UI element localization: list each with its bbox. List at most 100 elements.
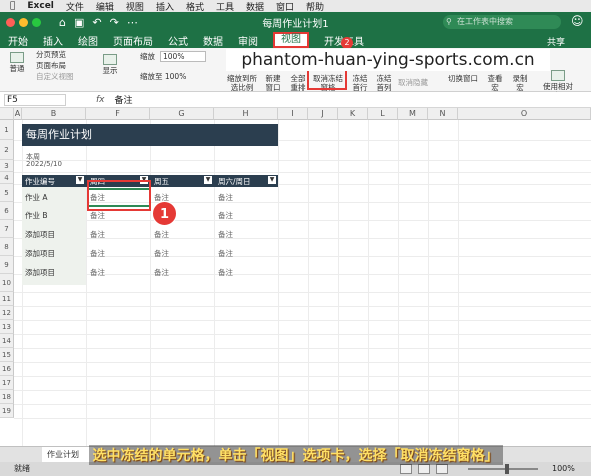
- note-cell-weekend[interactable]: 备注: [218, 229, 233, 240]
- header-weekend[interactable]: 周六/周日: [218, 176, 251, 187]
- row-header[interactable]: 2: [0, 140, 14, 160]
- minimize-window-button[interactable]: [19, 17, 28, 27]
- normal-view-button[interactable]: 普通: [6, 52, 28, 73]
- column-header-a[interactable]: A: [14, 108, 22, 120]
- custom-views-button[interactable]: 自定义视图: [36, 72, 74, 81]
- note-cell-friday[interactable]: 备注: [154, 248, 169, 259]
- column-header-b[interactable]: B: [22, 108, 86, 120]
- row-header[interactable]: 14: [0, 334, 14, 348]
- zoom-to-100-button[interactable]: 缩放至 100%: [140, 72, 186, 81]
- redo-icon[interactable]: ↷: [110, 16, 119, 29]
- filter-dropdown-icon[interactable]: ▼: [76, 176, 84, 184]
- menu-help[interactable]: 帮助: [306, 0, 324, 13]
- sheet-tab-plan[interactable]: 作业计划: [42, 447, 94, 462]
- task-name-cell[interactable]: 作业 A: [25, 192, 48, 203]
- menu-window[interactable]: 窗口: [276, 0, 294, 13]
- note-cell-thursday[interactable]: 备注: [90, 248, 105, 259]
- row-header[interactable]: 8: [0, 238, 14, 256]
- column-header-f[interactable]: F: [86, 108, 150, 120]
- row-header[interactable]: 13: [0, 320, 14, 334]
- page-layout-icon[interactable]: [418, 464, 430, 474]
- note-cell-weekend[interactable]: 备注: [218, 210, 233, 221]
- task-name-cell[interactable]: 添加项目: [25, 267, 55, 278]
- tab-data[interactable]: 数据: [203, 33, 223, 48]
- column-header-m[interactable]: M: [398, 108, 428, 120]
- row-header[interactable]: 4: [0, 172, 14, 184]
- menu-tools[interactable]: 工具: [216, 0, 234, 13]
- zoom-to-selection-button[interactable]: 缩放到所选比例: [224, 74, 260, 92]
- menu-edit[interactable]: 编辑: [96, 0, 114, 13]
- date-cell[interactable]: 2022/5/10: [26, 160, 62, 168]
- menu-insert[interactable]: 插入: [156, 0, 174, 13]
- smile-icon[interactable]: ☺: [571, 14, 584, 28]
- row-header[interactable]: 7: [0, 220, 14, 238]
- note-cell-friday[interactable]: 备注: [154, 229, 169, 240]
- menu-data[interactable]: 数据: [246, 0, 264, 13]
- task-name-cell[interactable]: 添加项目: [25, 229, 55, 240]
- close-window-button[interactable]: [6, 17, 15, 27]
- apple-icon[interactable]: : [10, 1, 15, 11]
- column-header-l[interactable]: L: [368, 108, 398, 120]
- row-header[interactable]: 19: [0, 404, 14, 418]
- row-header[interactable]: 15: [0, 348, 14, 362]
- view-macros-button[interactable]: 查看宏: [484, 74, 506, 92]
- row-header[interactable]: 6: [0, 202, 14, 220]
- row-header[interactable]: 1: [0, 120, 14, 140]
- filter-dropdown-icon[interactable]: ▼: [268, 176, 276, 184]
- row-header[interactable]: 18: [0, 390, 14, 404]
- row-header[interactable]: 11: [0, 292, 14, 306]
- tab-view[interactable]: 视图: [273, 32, 309, 48]
- tab-formulas[interactable]: 公式: [168, 33, 188, 48]
- name-box[interactable]: F5: [4, 93, 66, 106]
- note-cell-friday[interactable]: 备注: [154, 267, 169, 278]
- menu-format[interactable]: 格式: [186, 0, 204, 13]
- app-menu-excel[interactable]: Excel: [27, 1, 53, 11]
- column-header-h[interactable]: H: [214, 108, 278, 120]
- column-header-k[interactable]: K: [338, 108, 368, 120]
- note-cell-thursday[interactable]: 备注: [90, 267, 105, 278]
- tab-page-layout[interactable]: 页面布局: [113, 33, 153, 48]
- unhide-button[interactable]: 取消隐藏: [398, 78, 428, 87]
- column-header-j[interactable]: J: [308, 108, 338, 120]
- arrange-all-button[interactable]: 全部重排: [287, 74, 309, 92]
- row-header[interactable]: 9: [0, 256, 14, 274]
- tab-review[interactable]: 审阅: [238, 33, 258, 48]
- column-header-i[interactable]: I: [278, 108, 308, 120]
- tab-home[interactable]: 开始: [8, 33, 28, 48]
- page-break-preview-button[interactable]: 分页预览: [36, 50, 66, 59]
- tab-insert[interactable]: 插入: [43, 33, 63, 48]
- share-button[interactable]: 共享: [547, 35, 565, 48]
- column-header-o[interactable]: O: [458, 108, 591, 120]
- switch-windows-button[interactable]: 切换窗口: [446, 74, 480, 83]
- filter-dropdown-icon[interactable]: ▼: [204, 176, 212, 184]
- note-cell-weekend[interactable]: 备注: [218, 267, 233, 278]
- header-friday[interactable]: 周五: [154, 176, 169, 187]
- row-header[interactable]: 3: [0, 160, 14, 172]
- record-macro-button[interactable]: 录制宏: [509, 74, 531, 92]
- more-icon[interactable]: ⋯: [127, 16, 138, 29]
- row-header[interactable]: 17: [0, 376, 14, 390]
- row-header[interactable]: 5: [0, 184, 14, 202]
- plan-title-cell[interactable]: 每周作业计划: [22, 124, 278, 146]
- note-cell-thursday[interactable]: 备注: [90, 210, 105, 221]
- task-name-cell[interactable]: 作业 B: [25, 210, 48, 221]
- undo-icon[interactable]: ↶: [92, 16, 101, 29]
- zoom-window-button[interactable]: [32, 17, 41, 27]
- zoom-slider[interactable]: [468, 468, 538, 470]
- menu-view[interactable]: 视图: [126, 0, 144, 13]
- header-task-id[interactable]: 作业编号: [25, 176, 55, 187]
- note-cell-thursday[interactable]: 备注: [90, 229, 105, 240]
- home-icon[interactable]: ⌂: [59, 16, 66, 29]
- page-break-icon[interactable]: [436, 464, 448, 474]
- save-icon[interactable]: ▣: [74, 16, 84, 29]
- worksheet-grid[interactable]: A B F G H I J K L M N O 1 2 3 4 5 6 7 8 9 10 11 12 1…: [0, 108, 591, 446]
- page-layout-view-button[interactable]: 页面布局: [36, 61, 66, 70]
- column-header-g[interactable]: G: [150, 108, 214, 120]
- note-cell-weekend[interactable]: 备注: [218, 192, 233, 203]
- column-header-n[interactable]: N: [428, 108, 458, 120]
- freeze-top-row-button[interactable]: 冻结首行: [349, 74, 371, 92]
- zoom-select[interactable]: 100%: [160, 51, 206, 62]
- sheet-search-input[interactable]: ⚲ 在工作表中搜索: [443, 15, 561, 29]
- show-button[interactable]: 显示: [98, 54, 122, 75]
- row-header[interactable]: 16: [0, 362, 14, 376]
